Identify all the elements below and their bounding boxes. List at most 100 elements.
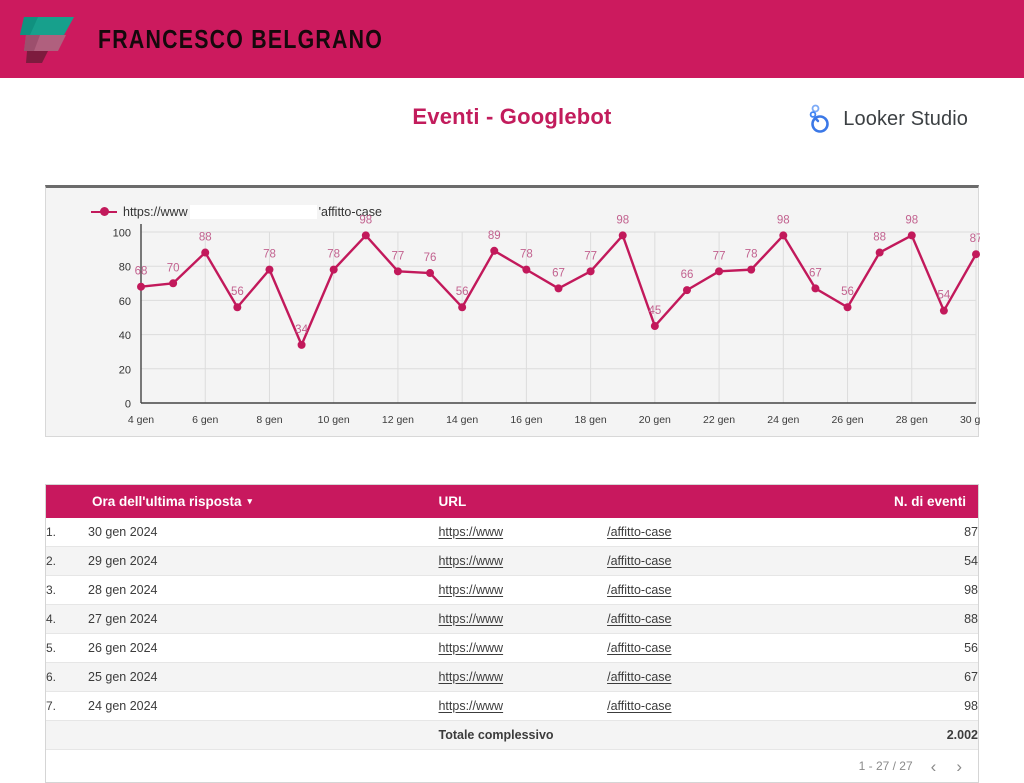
chevron-left-icon[interactable]: ‹: [929, 758, 939, 775]
row-url[interactable]: https://www/affitto-case: [438, 633, 799, 663]
row-url[interactable]: https://www/affitto-case: [438, 546, 799, 576]
row-url-prefix-link[interactable]: https://www: [438, 699, 503, 713]
row-index: 2.: [46, 546, 88, 576]
sort-descending-icon[interactable]: ▾: [248, 496, 253, 506]
looker-studio-badge: Looker Studio: [807, 104, 968, 134]
table-row[interactable]: 2. 29 gen 2024 https://www/affitto-case 54: [46, 546, 978, 576]
data-point[interactable]: [329, 265, 338, 274]
data-point[interactable]: [201, 248, 210, 257]
row-url[interactable]: https://www/affitto-case: [438, 518, 799, 547]
row-url-prefix-link[interactable]: https://www: [438, 612, 503, 626]
x-tick-label: 26 gen: [831, 414, 863, 426]
row-url-prefix-link[interactable]: https://www: [438, 641, 503, 655]
data-label: 87: [970, 233, 980, 245]
data-label: 78: [520, 249, 533, 261]
data-point[interactable]: [779, 231, 788, 240]
table-row[interactable]: 4. 27 gen 2024 https://www/affitto-case 88: [46, 604, 978, 634]
table-body: 1. 30 gen 2024 https://www/affitto-case 87 2…: [46, 518, 978, 750]
data-label: 98: [359, 214, 372, 226]
column-header-eventi[interactable]: N. di eventi: [798, 485, 978, 518]
events-line-chart-panel[interactable]: https://www 'affitto-case 0 20 40 60 80 100 4 …: [45, 185, 980, 437]
row-ora: 27 gen 2024: [88, 604, 439, 634]
column-header-index: [46, 485, 88, 518]
data-label: 98: [616, 214, 629, 226]
data-point[interactable]: [554, 284, 563, 293]
total-spacer-2: [88, 720, 439, 750]
data-point[interactable]: [747, 265, 756, 274]
brand-logo: [18, 11, 84, 67]
data-point[interactable]: [811, 284, 820, 293]
looker-studio-label: Looker Studio: [843, 107, 968, 130]
row-url[interactable]: https://www/affitto-case: [438, 691, 799, 721]
row-url-path-link[interactable]: /affitto-case: [607, 583, 671, 597]
data-point[interactable]: [297, 340, 306, 349]
data-point[interactable]: [682, 286, 691, 295]
x-tick-label: 30 gen: [960, 414, 980, 426]
row-url-path-link[interactable]: /affitto-case: [607, 670, 671, 684]
data-label: 89: [488, 230, 501, 242]
data-label: 67: [552, 267, 565, 279]
row-index: 5.: [46, 633, 88, 663]
data-point[interactable]: [522, 265, 531, 274]
row-url-prefix-link[interactable]: https://www: [438, 583, 503, 597]
data-point[interactable]: [137, 282, 145, 291]
row-url-path-link[interactable]: /affitto-case: [607, 612, 671, 626]
table-row[interactable]: 5. 26 gen 2024 https://www/affitto-case 56: [46, 633, 978, 663]
y-tick-label: 100: [113, 228, 131, 240]
chevron-right-icon[interactable]: ›: [954, 758, 964, 775]
data-point[interactable]: [426, 269, 435, 278]
row-url-path-link[interactable]: /affitto-case: [607, 525, 671, 539]
row-url-path-link[interactable]: /affitto-case: [607, 641, 671, 655]
data-label: 76: [424, 252, 437, 264]
row-index: 3.: [46, 575, 88, 605]
x-tick-label: 22 gen: [703, 414, 735, 426]
row-url-prefix-link[interactable]: https://www: [438, 525, 503, 539]
data-point[interactable]: [586, 267, 595, 276]
table-row[interactable]: 7. 24 gen 2024 https://www/affitto-case 98: [46, 691, 978, 721]
table-row[interactable]: 3. 28 gen 2024 https://www/affitto-case 98: [46, 575, 978, 605]
row-eventi: 98: [798, 575, 978, 605]
row-url-prefix-link[interactable]: https://www: [438, 554, 503, 568]
data-label: 56: [841, 286, 854, 298]
data-point[interactable]: [972, 250, 980, 259]
y-tick-label: 0: [125, 399, 131, 411]
row-url[interactable]: https://www/affitto-case: [438, 662, 799, 692]
report-title-row: Eventi - Googlebot Looker Studio: [0, 78, 1024, 162]
column-header-ora[interactable]: Ora dell'ultima risposta ▾: [88, 485, 439, 518]
data-point[interactable]: [265, 265, 274, 274]
row-ora: 28 gen 2024: [88, 575, 439, 605]
row-index: 4.: [46, 604, 88, 634]
data-point[interactable]: [907, 231, 916, 240]
data-point[interactable]: [490, 246, 499, 255]
table-header-row: Ora dell'ultima risposta ▾ URL N. di even…: [46, 485, 978, 518]
x-tick-label: 12 gen: [382, 414, 414, 426]
row-url-path-link[interactable]: /affitto-case: [607, 554, 671, 568]
row-eventi: 54: [798, 546, 978, 576]
data-point[interactable]: [843, 303, 852, 312]
data-point[interactable]: [361, 231, 370, 240]
data-point[interactable]: [393, 267, 402, 276]
data-point[interactable]: [233, 303, 242, 312]
y-tick-label: 20: [119, 364, 131, 376]
data-label: 54: [937, 290, 950, 302]
column-header-url[interactable]: URL: [438, 485, 799, 518]
data-label: 77: [584, 250, 597, 262]
row-url[interactable]: https://www/affitto-case: [438, 604, 799, 634]
row-url[interactable]: https://www/affitto-case: [438, 575, 799, 605]
table-row[interactable]: 6. 25 gen 2024 https://www/affitto-case 67: [46, 662, 978, 692]
x-tick-label: 18 gen: [575, 414, 607, 426]
table-row[interactable]: 1. 30 gen 2024 https://www/affitto-case 87: [46, 518, 978, 547]
data-point[interactable]: [715, 267, 724, 276]
x-tick-label: 4 gen: [128, 414, 154, 426]
row-url-prefix-link[interactable]: https://www: [438, 670, 503, 684]
data-point[interactable]: [875, 248, 884, 257]
row-url-path-link[interactable]: /affitto-case: [607, 699, 671, 713]
data-point[interactable]: [458, 303, 467, 312]
events-table[interactable]: Ora dell'ultima risposta ▾ URL N. di even…: [45, 484, 979, 783]
data-label: 67: [809, 267, 822, 279]
y-tick-label: 60: [119, 296, 131, 308]
data-point[interactable]: [169, 279, 178, 288]
data-point[interactable]: [939, 306, 948, 315]
data-point[interactable]: [618, 231, 627, 240]
data-point[interactable]: [650, 322, 659, 331]
